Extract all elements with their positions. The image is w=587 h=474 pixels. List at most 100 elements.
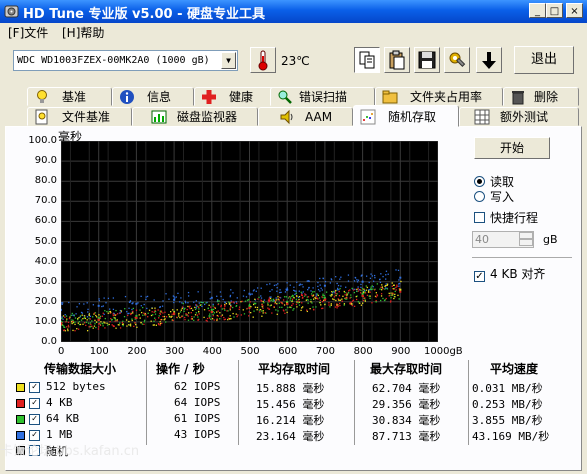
data-point <box>135 309 138 311</box>
toolbar: WDC WD1003FZEX-00MK2A0 (1000 gB) ▼ 23℃ 退… <box>0 42 587 80</box>
data-point <box>232 312 234 315</box>
data-point <box>394 293 396 296</box>
options-button[interactable] <box>444 47 470 73</box>
tab-folder-usage[interactable]: 文件夹占用率 <box>375 87 503 106</box>
spin-down-icon[interactable] <box>519 239 533 246</box>
align-4kb-check[interactable]: ✓ <box>474 271 485 282</box>
short-stroke-checkbox[interactable]: 快捷行程 <box>474 209 538 226</box>
data-point <box>262 307 264 309</box>
tab-disk-monitor[interactable]: 磁盘监视器 <box>132 107 258 126</box>
data-point <box>364 300 366 302</box>
data-point <box>193 316 195 318</box>
data-point <box>137 302 139 304</box>
short-stroke-check[interactable] <box>474 212 485 223</box>
data-point <box>296 301 298 303</box>
data-point <box>224 309 226 311</box>
data-point <box>217 310 219 312</box>
download-button[interactable] <box>476 47 502 73</box>
data-point <box>370 286 372 288</box>
data-point <box>122 320 124 322</box>
data-point <box>152 314 154 316</box>
row-checkbox[interactable]: ✓ <box>29 382 40 393</box>
read-radio-dot[interactable] <box>474 176 485 187</box>
data-point <box>269 283 271 285</box>
data-point <box>343 290 345 293</box>
spin-up-icon[interactable] <box>519 232 533 239</box>
close-button[interactable]: × <box>566 3 583 18</box>
data-point <box>293 297 295 299</box>
file-bulb-icon <box>35 109 48 125</box>
temperature-button[interactable] <box>250 47 276 73</box>
data-point <box>279 306 281 308</box>
table-row: ✓ 4 KB 64 IOPS 15.456 毫秒 29.356 毫秒 0.253… <box>16 396 574 412</box>
data-point <box>98 298 100 300</box>
data-point <box>230 318 232 320</box>
data-point <box>347 292 350 294</box>
align-4kb-checkbox[interactable]: ✓ 4 KB 对齐 <box>474 265 545 282</box>
data-point <box>213 319 215 321</box>
data-point <box>329 282 332 284</box>
data-point <box>388 292 390 294</box>
data-point <box>173 301 175 304</box>
y-tick-label: 80.0 <box>34 175 57 187</box>
data-point <box>267 302 269 304</box>
data-point <box>347 280 350 282</box>
data-point <box>168 298 170 300</box>
row-checkbox[interactable]: ✓ <box>29 398 40 409</box>
data-point <box>229 307 231 309</box>
data-point <box>339 278 341 280</box>
copy-screenshot-button[interactable] <box>384 47 410 73</box>
data-point <box>307 302 309 304</box>
data-point <box>263 299 266 301</box>
row-checkbox[interactable]: ✓ <box>29 414 40 425</box>
minimize-button[interactable]: _ <box>529 3 546 18</box>
data-point <box>310 299 312 301</box>
save-button[interactable] <box>414 47 440 73</box>
data-point <box>178 312 180 315</box>
data-point <box>355 298 358 301</box>
tab-aam[interactable]: AAM <box>258 107 353 126</box>
data-point <box>103 297 105 299</box>
data-point <box>306 296 309 298</box>
tab-file-benchmark[interactable]: 文件基准 <box>27 107 132 126</box>
maximize-button[interactable]: □ <box>546 3 563 18</box>
y-tick-label: 40.0 <box>34 255 57 267</box>
data-point <box>318 297 321 299</box>
menu-file[interactable]: [F]文件 <box>8 24 48 41</box>
data-point <box>162 300 164 302</box>
data-point <box>71 320 74 323</box>
write-radio-dot[interactable] <box>474 191 485 202</box>
menu-help[interactable]: [H]帮助 <box>62 24 104 41</box>
tab-health[interactable]: 健康 <box>194 87 279 106</box>
write-radio[interactable]: 写入 <box>474 188 514 205</box>
data-point <box>320 304 322 306</box>
data-point <box>332 298 334 300</box>
exit-button[interactable]: 退出 <box>514 46 574 74</box>
data-point <box>61 303 63 306</box>
data-point <box>385 270 388 272</box>
data-point <box>84 321 86 324</box>
data-point <box>143 303 145 306</box>
chevron-down-icon[interactable]: ▼ <box>221 52 236 69</box>
data-point <box>293 286 295 288</box>
data-point <box>229 318 231 320</box>
short-stroke-spinner[interactable]: 40 <box>472 231 534 248</box>
tab-error-scan[interactable]: 错误扫描 <box>270 87 375 106</box>
tab-info[interactable]: 信息 <box>112 87 194 106</box>
drive-select[interactable]: WDC WD1003FZEX-00MK2A0 (1000 gB) ▼ <box>13 50 238 71</box>
tab-benchmark[interactable]: 基准 <box>27 87 112 106</box>
tab-erase[interactable]: 删除 <box>503 87 579 106</box>
tab-random-access[interactable]: 随机存取 <box>353 105 459 127</box>
start-button[interactable]: 开始 <box>474 137 550 159</box>
title-bar[interactable]: HD Tune 专业版 v5.00 - 硬盘专业工具 _ □ × <box>0 0 587 23</box>
data-point <box>325 291 328 293</box>
data-point <box>257 298 259 300</box>
data-point <box>311 302 313 304</box>
data-point <box>162 315 164 318</box>
data-point <box>212 313 214 316</box>
tab-extra-tests[interactable]: 额外测试 <box>459 107 579 126</box>
copy-text-button[interactable] <box>354 47 380 73</box>
data-point <box>367 291 370 293</box>
data-point <box>106 322 108 324</box>
data-point <box>322 294 324 297</box>
